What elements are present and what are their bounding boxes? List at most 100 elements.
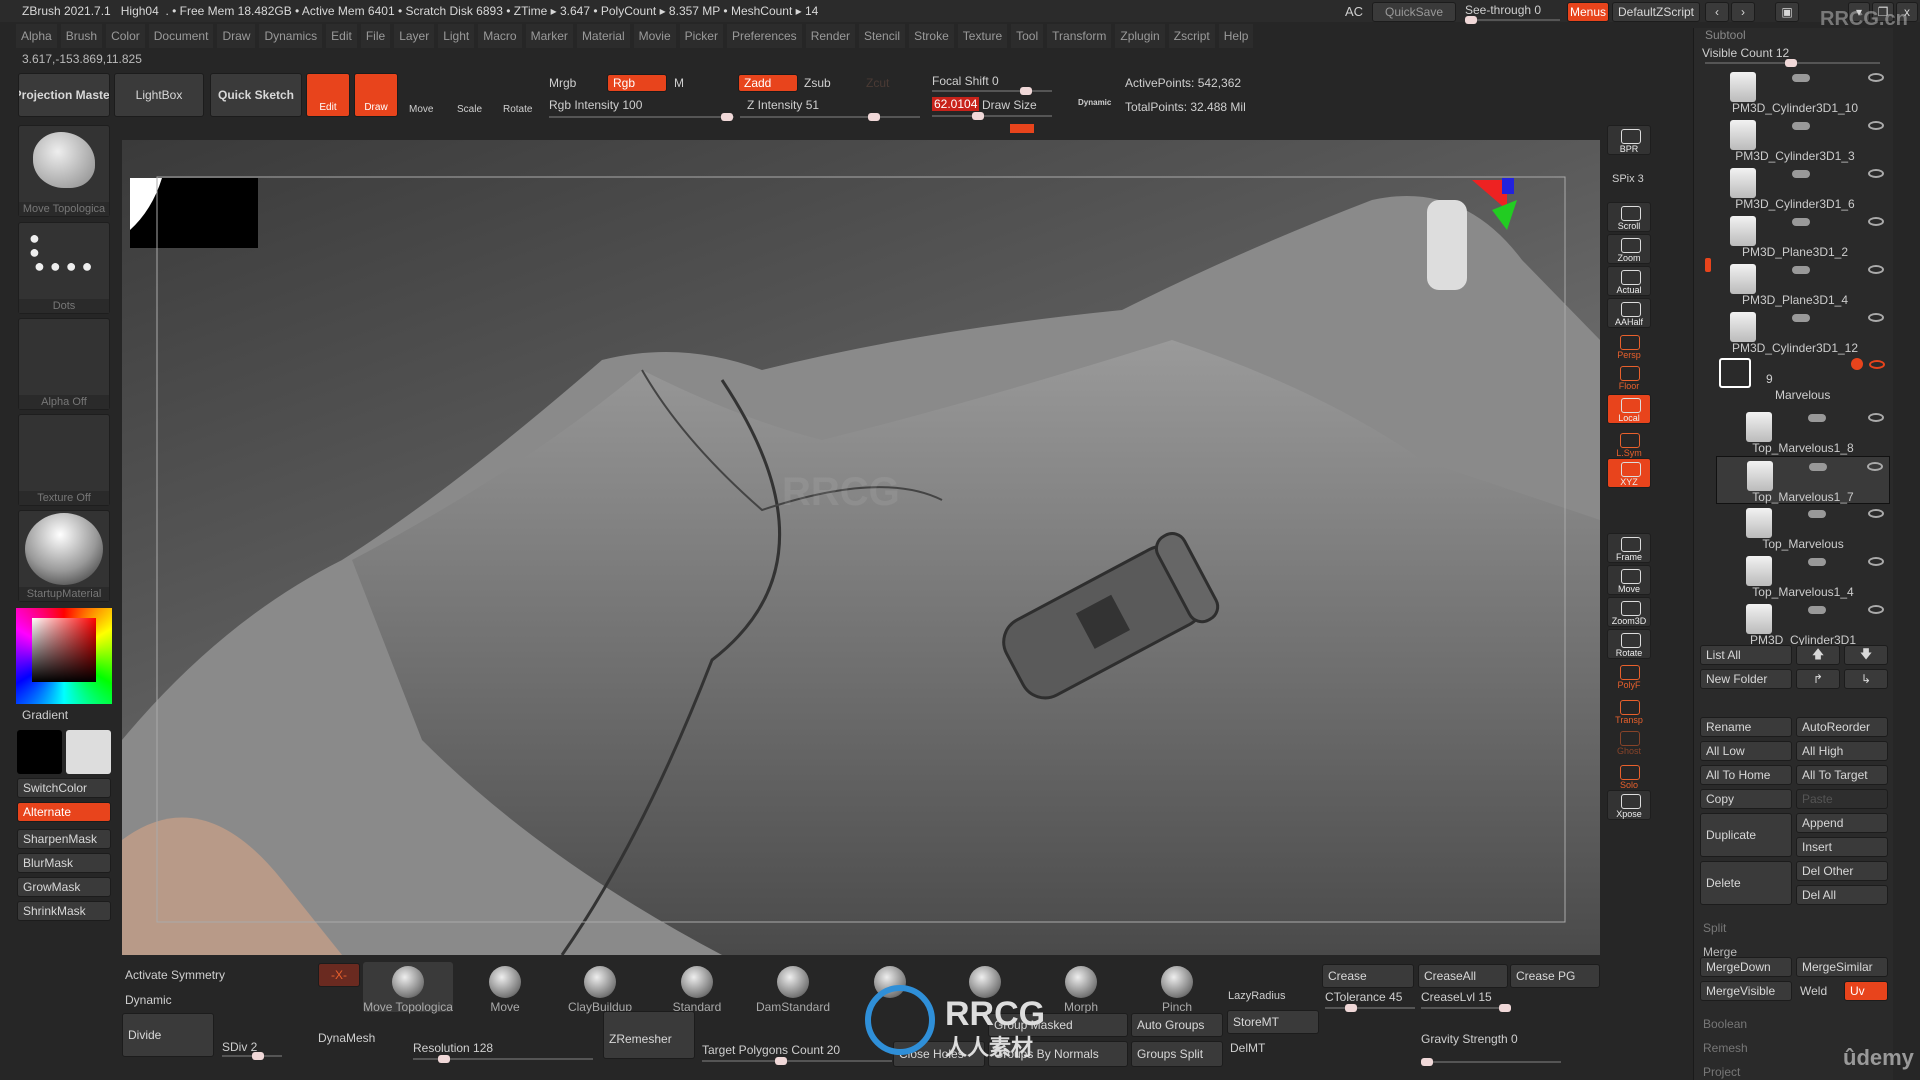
mergevisible-button[interactable]: MergeVisible [1700, 981, 1792, 1001]
subtool-header[interactable]: Subtool [1705, 28, 1746, 42]
rename-button[interactable]: Rename [1700, 717, 1792, 737]
gravity-strength-slider[interactable]: Gravity Strength 0 [1421, 1032, 1518, 1046]
brush-slot[interactable]: DamStandard [748, 962, 838, 1014]
xpose-button[interactable]: Xpose [1607, 790, 1651, 820]
groups-split-button[interactable]: Groups Split [1131, 1041, 1223, 1067]
weld-toggle[interactable]: Weld [1800, 984, 1827, 998]
subtool-item[interactable]: PM3D_Cylinder3D1_12 [1700, 308, 1890, 356]
subtool-item[interactable]: PM3D_Cylinder3D1_10 [1700, 68, 1890, 116]
divide-button[interactable]: Divide [122, 1013, 214, 1057]
actual-button[interactable]: Actual [1607, 266, 1651, 296]
visible-count-slider[interactable]: Visible Count 12 [1702, 46, 1789, 60]
mergesimilar-button[interactable]: MergeSimilar [1796, 957, 1888, 977]
subtool-toggle[interactable] [1808, 414, 1826, 422]
draw-button[interactable]: Draw [354, 73, 398, 117]
folder-name[interactable]: Marvelous [1775, 388, 1830, 402]
menu-zscript[interactable]: Zscript [1168, 24, 1215, 48]
folder-eye-icon[interactable] [1869, 360, 1885, 369]
menu-dynamics[interactable]: Dynamics [259, 24, 323, 48]
project-section[interactable]: Project [1703, 1065, 1740, 1079]
all-low-button[interactable]: All Low [1700, 741, 1792, 761]
merge-section[interactable]: Merge [1703, 945, 1737, 959]
subtool-toggle[interactable] [1792, 218, 1810, 226]
eye-icon[interactable] [1868, 557, 1884, 566]
spix-slider[interactable]: SPix 3 [1612, 173, 1644, 185]
default-zscript-button[interactable]: DefaultZScript [1612, 2, 1700, 22]
menu-color[interactable]: Color [106, 24, 145, 48]
subtool-toggle[interactable] [1792, 74, 1810, 82]
subtool-toggle[interactable] [1808, 558, 1826, 566]
autoreorder-button[interactable]: AutoReorder [1796, 717, 1888, 737]
mrgb-button[interactable]: Mrgb [549, 76, 576, 90]
crease-level-slider[interactable]: CreaseLvl 15 [1421, 990, 1492, 1004]
zcut-button[interactable]: Zcut [866, 76, 889, 90]
down-arrow-icon[interactable]: 🡇 [1844, 645, 1888, 665]
menu-movie[interactable]: Movie [633, 24, 676, 48]
frame-button[interactable]: Frame [1607, 533, 1651, 563]
m-button[interactable]: M [674, 76, 684, 90]
zsub-button[interactable]: Zsub [804, 76, 831, 90]
up-arrow-icon[interactable]: 🡅 [1796, 645, 1840, 665]
subtool-item[interactable]: PM3D_Cylinder3D1_3 [1700, 116, 1890, 164]
lightbox-button[interactable]: LightBox [114, 73, 204, 117]
eye-icon[interactable] [1868, 217, 1884, 226]
zremesher-button[interactable]: ZRemesher [603, 1011, 695, 1059]
ac-label[interactable]: AC [1345, 4, 1363, 19]
menu-tool[interactable]: Tool [1011, 24, 1044, 48]
copy-button[interactable]: Copy [1700, 789, 1792, 809]
del-all-button[interactable]: Del All [1796, 885, 1888, 905]
menu-layer[interactable]: Layer [394, 24, 435, 48]
solo-button[interactable]: Solo [1607, 762, 1651, 792]
all-to-home-button[interactable]: All To Home [1700, 765, 1792, 785]
viewport-canvas[interactable]: RRCG [122, 140, 1600, 955]
main-color-swatch[interactable] [17, 730, 62, 774]
eye-icon[interactable] [1868, 73, 1884, 82]
folder-icon[interactable] [1719, 358, 1751, 388]
eye-icon[interactable] [1867, 462, 1883, 471]
projection-master-button[interactable]: Projection Master [18, 73, 110, 117]
bpr-button[interactable]: BPR [1607, 125, 1651, 155]
eye-icon[interactable] [1868, 413, 1884, 422]
menu-draw[interactable]: Draw [217, 24, 256, 48]
menu-document[interactable]: Document [148, 24, 214, 48]
persp-button[interactable]: Persp [1607, 332, 1651, 362]
target-polygons-slider[interactable]: Target Polygons Count 20 [702, 1043, 840, 1057]
scale-mode-button[interactable]: Scale [457, 104, 482, 115]
quick-sketch-button[interactable]: Quick Sketch [210, 73, 302, 117]
subtool-item[interactable]: PM3D_Cylinder3D1_6 [1700, 164, 1890, 212]
layout-icon[interactable]: ▣ [1775, 2, 1799, 22]
brush-slot[interactable]: ClayBuildup [555, 962, 645, 1014]
eye-icon[interactable] [1868, 169, 1884, 178]
brush-slot[interactable]: Pinch [1132, 962, 1222, 1014]
menu-stroke[interactable]: Stroke [909, 24, 954, 48]
color-picker[interactable] [16, 608, 112, 704]
secondary-color-swatch[interactable] [66, 730, 111, 774]
subtool-item[interactable]: Top_Marvelous1_4 [1716, 552, 1890, 600]
floor-button[interactable]: Floor [1607, 363, 1651, 393]
eye-icon[interactable] [1868, 121, 1884, 130]
polyf-button[interactable]: PolyF [1607, 662, 1651, 692]
expand-ui-icon[interactable]: › [1731, 2, 1755, 22]
paste-button[interactable]: Paste [1796, 789, 1888, 809]
duplicate-button[interactable]: Duplicate [1700, 813, 1792, 857]
rgb-intensity-slider[interactable]: Rgb Intensity 100 [549, 98, 642, 112]
menu-macro[interactable]: Macro [478, 24, 522, 48]
subtool-toggle[interactable] [1792, 170, 1810, 178]
storemt-button[interactable]: StoreMT [1227, 1010, 1319, 1034]
all-high-button[interactable]: All High [1796, 741, 1888, 761]
draw-size-value[interactable]: 62.0104 [932, 97, 980, 111]
subtool-item[interactable]: PM3D_Plane3D1_4 [1700, 260, 1890, 308]
menu-brush[interactable]: Brush [60, 24, 103, 48]
mergedown-button[interactable]: MergeDown [1700, 957, 1792, 977]
menu-light[interactable]: Light [438, 24, 475, 48]
stroke-selector[interactable]: ● ● ● ● ● ● Dots [18, 222, 110, 314]
folder-gear-icon[interactable] [1851, 358, 1863, 370]
eye-icon[interactable] [1868, 313, 1884, 322]
brush-slot[interactable]: Standard [652, 962, 742, 1014]
subtool-item[interactable]: PM3D_Cylinder3D1 [1716, 600, 1890, 648]
subtool-toggle[interactable] [1792, 122, 1810, 130]
menu-zplugin[interactable]: Zplugin [1115, 24, 1165, 48]
alpha-selector[interactable]: Alpha Off [18, 318, 110, 410]
menus-button[interactable]: Menus [1567, 2, 1609, 22]
subtool-toggle[interactable] [1808, 606, 1826, 614]
